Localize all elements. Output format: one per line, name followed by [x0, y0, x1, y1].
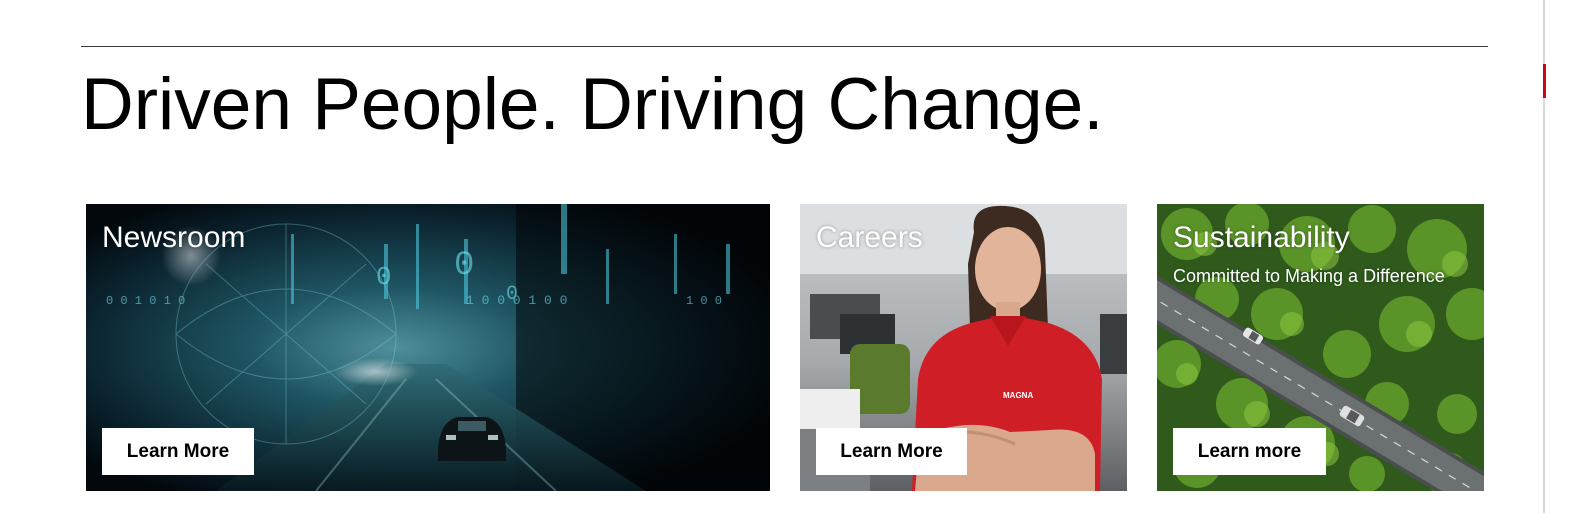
page-headline: Driven People. Driving Change. [81, 64, 1104, 145]
careers-learn-more-button[interactable]: Learn More [816, 428, 967, 475]
sustainability-learn-more-button[interactable]: Learn more [1173, 428, 1326, 475]
svg-text:MAGNA: MAGNA [1003, 391, 1033, 400]
svg-text:0: 0 [376, 262, 392, 292]
svg-text:1 0 0 0 1 0 0: 1 0 0 0 1 0 0 [466, 293, 567, 308]
newsroom-title: Newsroom [102, 221, 246, 254]
careers-title: Careers [816, 221, 923, 254]
sustainability-title: Sustainability [1173, 221, 1350, 254]
sustainability-card[interactable]: Sustainability Committed to Making a Dif… [1157, 204, 1484, 491]
sustainability-subtitle: Committed to Making a Difference [1173, 266, 1445, 286]
svg-text:0: 0 [454, 247, 474, 285]
svg-text:1 0 0: 1 0 0 [686, 294, 722, 308]
newsroom-learn-more-button[interactable]: Learn More [102, 428, 254, 475]
careers-card[interactable]: MAGNA Careers Learn More [800, 204, 1127, 491]
section-divider [81, 46, 1488, 47]
newsroom-card[interactable]: 0 0 0 0 0 1 0 1 0 1 0 0 0 1 0 0 1 0 0 Ne… [86, 204, 770, 491]
svg-text:0 0 1 0 1 0: 0 0 1 0 1 0 [106, 294, 185, 308]
scrollbar-thumb[interactable] [1543, 64, 1546, 98]
